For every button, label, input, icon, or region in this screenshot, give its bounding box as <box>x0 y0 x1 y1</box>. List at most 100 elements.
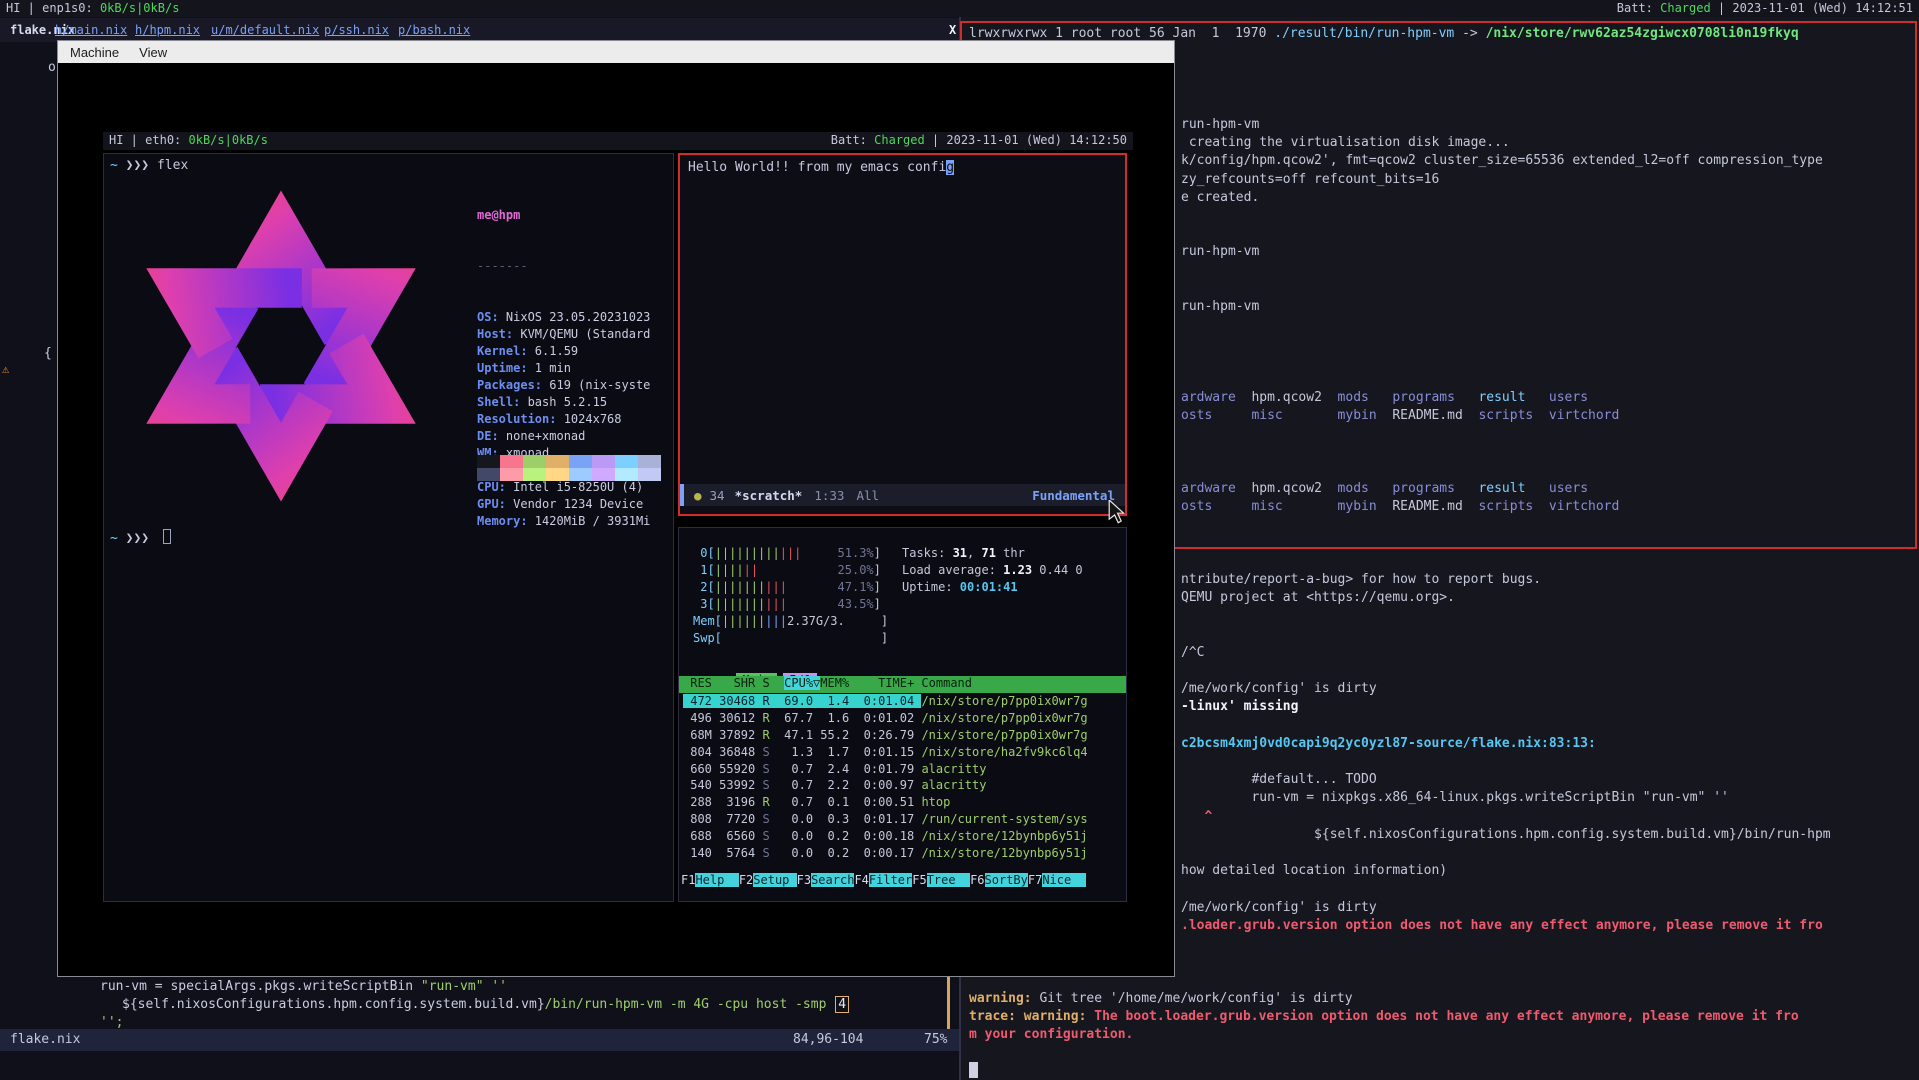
fetch-label: DE: <box>477 429 506 443</box>
vm-hostname: HI <box>109 133 123 147</box>
palette-swatch <box>569 468 592 481</box>
text-segment: || <box>744 563 758 577</box>
fkey-F3[interactable]: F3 <box>797 873 811 887</box>
text-segment: mybin <box>1338 499 1393 514</box>
text-segment: users <box>1549 481 1588 496</box>
htop-summary-line: Uptime: 00:01:41 <box>902 579 1083 596</box>
terminal-line <box>961 1062 1919 1080</box>
text-segment: /nix/store/ha2fv9kc6lq4 <box>921 745 1087 759</box>
text-segment: 31 <box>953 546 967 560</box>
modeline-major-mode: Fundamental <box>1032 488 1125 503</box>
process-row[interactable]: 540 53992 S 0.7 2.2 0:00.97 alacritty <box>683 777 1126 794</box>
host-bar-right: Batt: Charged | 2023-11-01 (Wed) 14:12:5… <box>1617 0 1913 17</box>
text-segment: S <box>762 745 769 759</box>
text-segment: 1[ <box>693 563 715 577</box>
text-segment: ] <box>881 631 888 645</box>
text-segment: /nix/store/12bynbp6y51j <box>921 829 1087 843</box>
tab-h-main-nix[interactable]: h/main.nix <box>55 20 127 40</box>
shell-prompt[interactable]: ~ ❯❯❯ <box>110 529 171 546</box>
process-row[interactable]: 804 36848 S 1.3 1.7 0:01.15 /nix/store/h… <box>683 744 1126 761</box>
text-segment: -linux' missing <box>1181 699 1298 714</box>
text-segment: hpm.qcow2 <box>1251 390 1337 405</box>
text-segment: CPU%▽ <box>784 676 820 690</box>
text-segment: osts <box>1181 499 1251 514</box>
fkey-F7[interactable]: F7 <box>1028 873 1042 887</box>
process-row[interactable]: 68M 37892 R 47.1 55.2 0:26.79 /nix/store… <box>683 727 1126 744</box>
terminal-cursor <box>163 529 171 544</box>
fetch-value: Intel i5-8250U (4) <box>513 480 643 494</box>
text-segment: 0.7 0.1 0:00.51 <box>770 795 922 809</box>
text-segment: |||||| <box>722 614 765 628</box>
tab-p-ssh-nix[interactable]: p/ssh.nix <box>324 20 389 40</box>
process-row[interactable]: 472 30468 R 69.0 1.4 0:01.04 /nix/store/… <box>683 693 1126 710</box>
text-segment: osts <box>1181 408 1251 423</box>
htop-column-header[interactable]: RES SHR S CPU%▽MEM% TIME+ Command <box>679 676 1126 693</box>
qemu-menu-bar: Machine View <box>58 41 1174 63</box>
text-segment: 660 55920 <box>683 762 762 776</box>
vm-htop-window[interactable]: 0[|||||||||||| 51.3%] 1[|||||| 25.0%] 2[… <box>678 527 1127 902</box>
text-segment: R <box>762 694 769 708</box>
text-segment: ntribute/report-a-bug> for how to report… <box>1181 572 1541 587</box>
text-segment: R <box>762 711 769 725</box>
process-row[interactable]: 660 55920 S 0.7 2.4 0:01.79 alacritty <box>683 761 1126 778</box>
text-segment: -> <box>1454 26 1485 41</box>
vm-battery-label: Batt: <box>831 133 874 147</box>
buffer-text: Hello World!! from my emacs confi <box>688 160 946 175</box>
fetch-underline: ------- <box>477 258 650 275</box>
text-segment: 808 7720 <box>683 812 762 826</box>
fkey-F6[interactable]: F6 <box>970 873 984 887</box>
text-segment: /^C <box>1181 645 1204 660</box>
fetch-fields: OS: NixOS 23.05.20231023Host: KVM/QEMU (… <box>477 309 650 530</box>
fkey-label[interactable]: Setup <box>753 873 796 887</box>
fkey-F5[interactable]: F5 <box>912 873 926 887</box>
fetch-field: Resolution: 1024x768 <box>477 411 650 428</box>
fkey-label[interactable]: Tree <box>927 873 970 887</box>
swap-meter: Swp[ ] <box>693 630 888 647</box>
text-segment: The boot.loader.grub.version option does… <box>1094 1009 1798 1024</box>
fkey-F4[interactable]: F4 <box>854 873 868 887</box>
menu-view[interactable]: View <box>139 45 167 60</box>
tab-h-hpm-nix[interactable]: h/hpm.nix <box>135 20 200 40</box>
process-row[interactable]: 688 6560 S 0.0 0.2 0:00.18 /nix/store/12… <box>683 828 1126 845</box>
menu-machine[interactable]: Machine <box>70 45 119 60</box>
fkey-F1[interactable]: F1 <box>681 873 695 887</box>
process-row[interactable]: 140 5764 S 0.0 0.2 0:00.17 /nix/store/12… <box>683 845 1126 862</box>
text-segment: /nix/store/p7pp0ix0wr7g <box>921 711 1087 725</box>
vm-emacs-window[interactable]: Hello World!! from my emacs config ● 34 … <box>678 153 1127 516</box>
text-segment: 472 30468 <box>683 694 762 708</box>
text-segment: ||||||||| <box>715 546 780 560</box>
fkey-label[interactable]: Filter <box>869 873 912 887</box>
palette-swatch <box>477 468 500 481</box>
fetch-value: 619 (nix-syste <box>549 378 650 392</box>
text-segment: S <box>762 829 769 843</box>
text-segment: hpm.qcow2 <box>1251 481 1337 496</box>
vm-status-bar: HI | eth0: 0kB/s|0kB/s Batt: Charged | 2… <box>103 132 1133 150</box>
fkey-F2[interactable]: F2 <box>739 873 753 887</box>
text-segment: 0.7 2.2 0:00.97 <box>770 778 922 792</box>
tab-u-m-default-nix[interactable]: u/m/default.nix <box>211 20 319 40</box>
process-row[interactable]: 496 30612 R 67.7 1.6 0:01.02 /nix/store/… <box>683 710 1126 727</box>
fkey-label[interactable]: Help <box>695 873 738 887</box>
fkey-label[interactable]: SortBy <box>985 873 1028 887</box>
fkey-label[interactable]: Search <box>811 873 854 887</box>
text-segment: /run/current-system/sys <box>921 812 1087 826</box>
process-row[interactable]: 288 3196 R 0.7 0.1 0:00.51 htop <box>683 794 1126 811</box>
text-segment: R <box>762 728 769 742</box>
tab-p-bash-nix[interactable]: p/bash.nix <box>398 20 470 40</box>
prompt-arrows: ❯❯❯ <box>118 158 157 173</box>
fetch-user-host: me@hpm <box>477 207 650 224</box>
fetch-value: 6.1.59 <box>535 344 578 358</box>
fetch-label: Memory: <box>477 514 535 528</box>
text-segment: S <box>762 846 769 860</box>
tab-close-button[interactable]: X <box>949 20 956 40</box>
text-segment: /me/work/config' is dirty <box>1181 900 1377 915</box>
text-segment: result <box>1478 481 1548 496</box>
fkey-label[interactable]: Nice <box>1042 873 1085 887</box>
text-segment: run-hpm-vm <box>1181 299 1259 314</box>
text-segment: k/config/hpm.qcow2', fmt=qcow2 cluster_s… <box>1181 153 1823 168</box>
text-segment: 0.0 0.3 0:01.17 <box>770 812 922 826</box>
htop-function-key-bar: F1Help F2Setup F3SearchF4FilterF5Tree F6… <box>679 873 1126 887</box>
vm-terminal-window[interactable]: ~ ❯❯❯ flex me@hpm ------- <box>103 153 674 902</box>
qemu-window[interactable]: Machine View HI | eth0: 0kB/s|0kB/s Batt… <box>57 40 1175 977</box>
process-row[interactable]: 808 7720 S 0.0 0.3 0:01.17 /run/current-… <box>683 811 1126 828</box>
